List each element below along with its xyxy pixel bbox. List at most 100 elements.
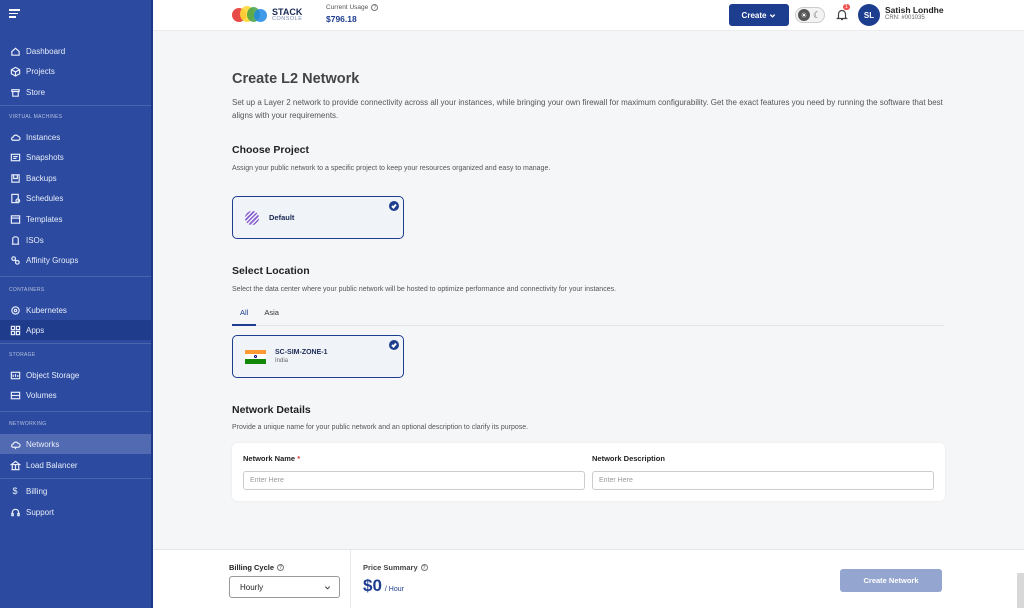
sidebar-item-object-storage[interactable]: Object Storage xyxy=(0,365,151,385)
select-location-title: Select Location xyxy=(232,265,310,277)
network-description-label: Network Description xyxy=(592,454,665,463)
sidebar-item-label: Object Storage xyxy=(26,370,80,380)
check-icon xyxy=(389,340,399,350)
sidebar-item-load-balancer[interactable]: Load Balancer xyxy=(0,455,151,475)
zone-name: SC-SIM-ZONE-1 xyxy=(275,349,328,356)
brand-logo[interactable]: STACK CONSOLE xyxy=(232,5,302,25)
notification-bell[interactable]: 1 xyxy=(836,4,850,22)
user-crn: CRN: #001035 xyxy=(885,15,925,22)
sidebar-item-label: Billing xyxy=(26,486,48,496)
project-name: Default xyxy=(269,213,295,222)
sidebar-item-label: Kubernetes xyxy=(26,305,67,315)
create-network-button[interactable]: Create Network xyxy=(840,569,942,592)
sidebar-item-label: Templates xyxy=(26,214,63,224)
billing-cycle-value: Hourly xyxy=(240,582,264,592)
store-icon xyxy=(9,86,21,98)
schedule-icon xyxy=(9,192,21,204)
price-value: $0 xyxy=(363,576,382,595)
sidebar-item-instances[interactable]: Instances xyxy=(0,127,151,147)
affinity-icon xyxy=(9,254,21,266)
sun-icon: ☀ xyxy=(798,9,810,21)
object-storage-icon xyxy=(9,369,21,381)
network-description-input[interactable] xyxy=(592,471,934,490)
brand-subtitle: CONSOLE xyxy=(272,15,303,22)
create-button-label: Create xyxy=(741,10,767,20)
zone-card-sc-sim-zone-1[interactable]: SC-SIM-ZONE-1 India xyxy=(232,335,404,378)
scrollbar[interactable] xyxy=(1017,573,1024,608)
sidebar-item-label: Affinity Groups xyxy=(26,255,79,265)
sidebar-item-snapshots[interactable]: Snapshots xyxy=(0,147,151,167)
backup-icon xyxy=(9,172,21,184)
sidebar-item-affinity-groups[interactable]: Affinity Groups xyxy=(0,250,151,270)
sidebar-item-projects[interactable]: Projects xyxy=(0,61,151,81)
theme-toggle[interactable]: ☀ ☾ xyxy=(795,7,825,23)
price-summary: $0 / Hour xyxy=(363,576,404,596)
sidebar-item-label: Support xyxy=(26,507,55,517)
usage-label: Current Usage xyxy=(326,4,369,11)
footer-bar: Billing Cycle? Hourly Price Summary? $0 … xyxy=(153,549,1024,608)
apps-icon xyxy=(9,324,21,336)
tab-asia[interactable]: Asia xyxy=(256,308,287,326)
sidebar-item-label: Dashboard xyxy=(26,46,66,56)
top-header: STACK CONSOLE Current Usage? $796.18 Cre… xyxy=(153,0,1024,31)
page-description: Set up a Layer 2 network to provide conn… xyxy=(232,98,943,120)
sidebar-item-store[interactable]: Store xyxy=(0,82,151,102)
check-icon xyxy=(389,201,399,211)
sidebar-item-apps[interactable]: Apps xyxy=(0,320,151,340)
required-marker: * xyxy=(297,454,301,463)
sidebar-item-label: Schedules xyxy=(26,193,64,203)
sidebar-item-label: Apps xyxy=(26,325,45,335)
billing-cycle-label: Billing Cycle? xyxy=(229,563,285,572)
sidebar-item-backups[interactable]: Backups xyxy=(0,168,151,188)
load-balancer-icon xyxy=(9,459,21,471)
page-title: Create L2 Network xyxy=(232,71,360,87)
sidebar-item-label: ISOs xyxy=(26,235,44,245)
sidebar-item-templates[interactable]: Templates xyxy=(0,209,151,229)
headset-icon xyxy=(9,506,21,518)
sidebar-item-isos[interactable]: ISOs xyxy=(0,230,151,250)
tab-all[interactable]: All xyxy=(232,308,257,326)
sidebar-item-volumes[interactable]: Volumes xyxy=(0,385,151,405)
usage-value: $796.18 xyxy=(326,14,357,24)
footer-divider xyxy=(350,550,351,608)
sidebar-divider xyxy=(0,343,151,344)
choose-project-description: Assign your public network to a specific… xyxy=(232,165,551,172)
sidebar-item-label: Store xyxy=(26,87,46,97)
network-name-input[interactable] xyxy=(243,471,585,490)
network-icon xyxy=(9,438,21,450)
help-icon[interactable]: ? xyxy=(420,564,428,571)
network-details-form: Network Name * Network Description xyxy=(232,443,945,501)
help-icon[interactable]: ? xyxy=(371,4,379,11)
sidebar-section-containers: CONTAINERS xyxy=(9,287,45,293)
sidebar-item-billing[interactable]: $ Billing xyxy=(0,481,151,501)
location-tabs: All Asia xyxy=(232,308,944,326)
menu-icon[interactable] xyxy=(9,9,20,18)
sidebar-item-networks[interactable]: Networks xyxy=(0,434,151,454)
moon-icon: ☾ xyxy=(813,9,822,20)
network-details-description: Provide a unique name for your public ne… xyxy=(232,424,529,431)
network-details-title: Network Details xyxy=(232,404,311,416)
sidebar-section-storage: STORAGE xyxy=(9,352,36,358)
sidebar-item-kubernetes[interactable]: Kubernetes xyxy=(0,300,151,320)
help-icon[interactable]: ? xyxy=(277,564,285,571)
home-icon xyxy=(9,45,21,57)
sidebar-item-schedules[interactable]: Schedules xyxy=(0,188,151,208)
current-usage: Current Usage? $796.18 xyxy=(326,4,379,24)
logo-icon xyxy=(232,5,268,25)
billing-cycle-select[interactable]: Hourly xyxy=(229,576,340,598)
user-info[interactable]: Satish Londhe CRN: #001035 xyxy=(885,5,944,22)
sidebar-item-dashboard[interactable]: Dashboard xyxy=(0,41,151,61)
sidebar-divider xyxy=(0,276,151,277)
network-name-label: Network Name * xyxy=(243,454,301,463)
cube-icon xyxy=(9,65,21,77)
sidebar-divider xyxy=(0,411,151,412)
project-icon xyxy=(245,210,259,225)
price-summary-label: Price Summary? xyxy=(363,563,428,572)
sidebar-item-support[interactable]: Support xyxy=(0,502,151,522)
sidebar-divider xyxy=(0,478,151,479)
create-dropdown-button[interactable]: Create xyxy=(729,4,789,26)
sidebar-item-label: Load Balancer xyxy=(26,460,78,470)
project-card-default[interactable]: Default xyxy=(232,196,404,239)
avatar[interactable]: SL xyxy=(858,4,880,26)
sidebar-item-label: Snapshots xyxy=(26,152,64,162)
